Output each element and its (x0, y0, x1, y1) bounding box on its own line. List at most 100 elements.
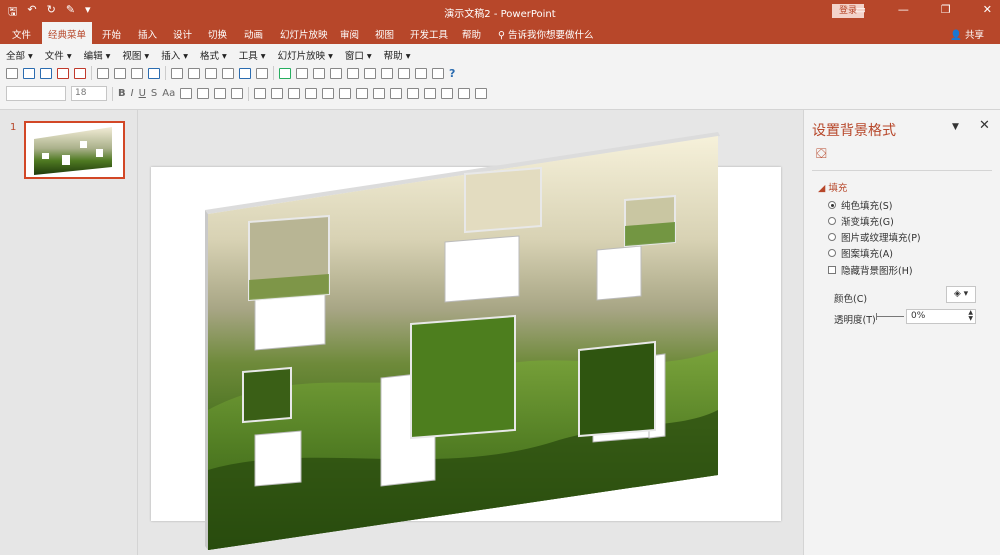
menu-view[interactable]: 视图 ▾ (122, 48, 149, 62)
comment-icon[interactable] (415, 67, 427, 79)
thumbnail-preview (34, 127, 112, 175)
tab-design[interactable]: 设计 (173, 27, 192, 41)
shape-fill-icon[interactable] (441, 88, 454, 99)
menu-tools[interactable]: 工具 ▾ (239, 48, 266, 62)
tab-view[interactable]: 视图 (375, 27, 394, 41)
format-painter-icon[interactable] (222, 67, 234, 79)
table-icon[interactable] (296, 67, 308, 79)
tab-slideshow[interactable]: 幻灯片放映 (280, 27, 328, 41)
justify-icon[interactable] (231, 88, 244, 99)
slide-thumbnail[interactable] (24, 121, 125, 179)
textbox-icon[interactable] (398, 67, 410, 79)
grow-font-icon[interactable] (373, 88, 386, 99)
transparency-slider[interactable] (876, 313, 904, 320)
tab-classic-menu[interactable]: 经典菜单 (42, 22, 93, 44)
menu-slideshow[interactable]: 幻灯片放映 ▾ (278, 48, 333, 62)
close-icon[interactable]: ✕ (979, 118, 990, 133)
shape-outline-icon[interactable] (458, 88, 471, 99)
shapes-icon[interactable] (313, 67, 325, 79)
menu-help[interactable]: 帮助 ▾ (384, 48, 411, 62)
change-case-button[interactable]: Aa (162, 88, 175, 99)
redo-icon[interactable] (256, 67, 268, 79)
slide-thumbnail-pane: 1 (0, 110, 138, 555)
spinner-arrows-icon[interactable]: ▲ ▼ (968, 310, 973, 322)
menu-file[interactable]: 文件 ▾ (45, 48, 72, 62)
preview-icon[interactable] (114, 67, 126, 79)
help-icon[interactable]: ? (449, 67, 455, 80)
menu-format[interactable]: 格式 ▾ (200, 48, 227, 62)
solid-fill-option[interactable]: 纯色填充(S) (828, 198, 892, 212)
align-icon[interactable] (364, 67, 376, 79)
open-icon[interactable] (23, 67, 35, 79)
tab-help[interactable]: 帮助 (462, 27, 481, 41)
align-left-icon[interactable] (180, 88, 193, 99)
indent-icon[interactable] (305, 88, 318, 99)
tab-transitions[interactable]: 切换 (208, 27, 227, 41)
hide-background-graphics-option[interactable]: 隐藏背景图形(H) (828, 263, 913, 277)
tab-file[interactable]: 文件 (12, 27, 31, 41)
shrink-font-icon[interactable] (390, 88, 403, 99)
align-center-icon[interactable] (197, 88, 210, 99)
align-right-icon[interactable] (214, 88, 227, 99)
print-icon[interactable] (97, 67, 109, 79)
pattern-fill-option[interactable]: 图案填充(A) (828, 246, 893, 260)
ribbon-display-icon[interactable]: ▭ (856, 3, 866, 16)
gradient-fill-option[interactable]: 渐变填充(G) (828, 214, 894, 228)
menu-insert[interactable]: 插入 ▾ (161, 48, 188, 62)
restore-icon[interactable]: ❐ (941, 3, 951, 16)
minimize-icon[interactable]: — (898, 3, 909, 16)
font-name-combo[interactable] (6, 86, 66, 101)
strikethrough-button[interactable]: S (151, 88, 157, 99)
bold-button[interactable]: B (118, 88, 126, 99)
share-button[interactable]: 👤 共享 (950, 27, 984, 41)
slide-size-icon[interactable] (131, 67, 143, 79)
zoom-icon[interactable] (432, 67, 444, 79)
color-picker-button[interactable]: ◈ ▾ (946, 286, 976, 303)
menu-all[interactable]: 全部 ▾ (6, 48, 33, 62)
transparency-spinner[interactable]: 0% ▲ ▼ (906, 309, 976, 324)
fill-section-header[interactable]: ◢ 填充 (818, 180, 847, 194)
slide-number: 1 (10, 122, 17, 133)
save-as-icon[interactable] (57, 67, 69, 79)
menu-edit[interactable]: 编辑 ▾ (84, 48, 111, 62)
save-icon[interactable] (40, 67, 52, 79)
pane-options-icon[interactable]: ▼ (952, 122, 959, 132)
tab-review[interactable]: 审阅 (340, 27, 359, 41)
paste-icon[interactable] (205, 67, 217, 79)
font-color-icon[interactable] (356, 88, 369, 99)
tab-developer[interactable]: 开发工具 (410, 27, 448, 41)
copy-icon[interactable] (188, 67, 200, 79)
line-spacing-icon[interactable] (254, 88, 267, 99)
arrange-icon[interactable] (407, 88, 420, 99)
chart-icon[interactable] (279, 67, 291, 79)
picture-fill-option[interactable]: 图片或纹理填充(P) (828, 230, 921, 244)
columns-icon[interactable] (322, 88, 335, 99)
checkbox-icon (828, 266, 836, 274)
paint-bucket-icon: ◈ (953, 289, 961, 299)
background-photo-3d[interactable] (139, 110, 802, 555)
menu-window[interactable]: 窗口 ▾ (345, 48, 372, 62)
new-icon[interactable] (6, 67, 18, 79)
fill-bucket-icon[interactable]: ⛋ (816, 146, 827, 162)
undo-icon[interactable] (239, 67, 251, 79)
text-direction-icon[interactable] (339, 88, 352, 99)
tab-home[interactable]: 开始 (102, 27, 121, 41)
tell-me-search[interactable]: ⚲ 告诉我你想要做什么 (498, 27, 594, 41)
font-size-combo[interactable]: 18 (71, 86, 107, 101)
bullets-icon[interactable] (271, 88, 284, 99)
separator (273, 66, 274, 80)
close-icon[interactable]: ✕ (983, 3, 992, 16)
export-icon[interactable] (74, 67, 86, 79)
shape-effects-icon[interactable] (475, 88, 488, 99)
tab-insert[interactable]: 插入 (138, 27, 157, 41)
underline-button[interactable]: U (139, 88, 146, 99)
quick-styles-icon[interactable] (424, 88, 437, 99)
picture-icon[interactable] (330, 67, 342, 79)
italic-button[interactable]: I (131, 88, 134, 99)
line-icon[interactable] (347, 67, 359, 79)
numbering-icon[interactable] (288, 88, 301, 99)
tab-animations[interactable]: 动画 (244, 27, 263, 41)
spelling-icon[interactable] (148, 67, 160, 79)
grid-icon[interactable] (381, 67, 393, 79)
cut-icon[interactable] (171, 67, 183, 79)
